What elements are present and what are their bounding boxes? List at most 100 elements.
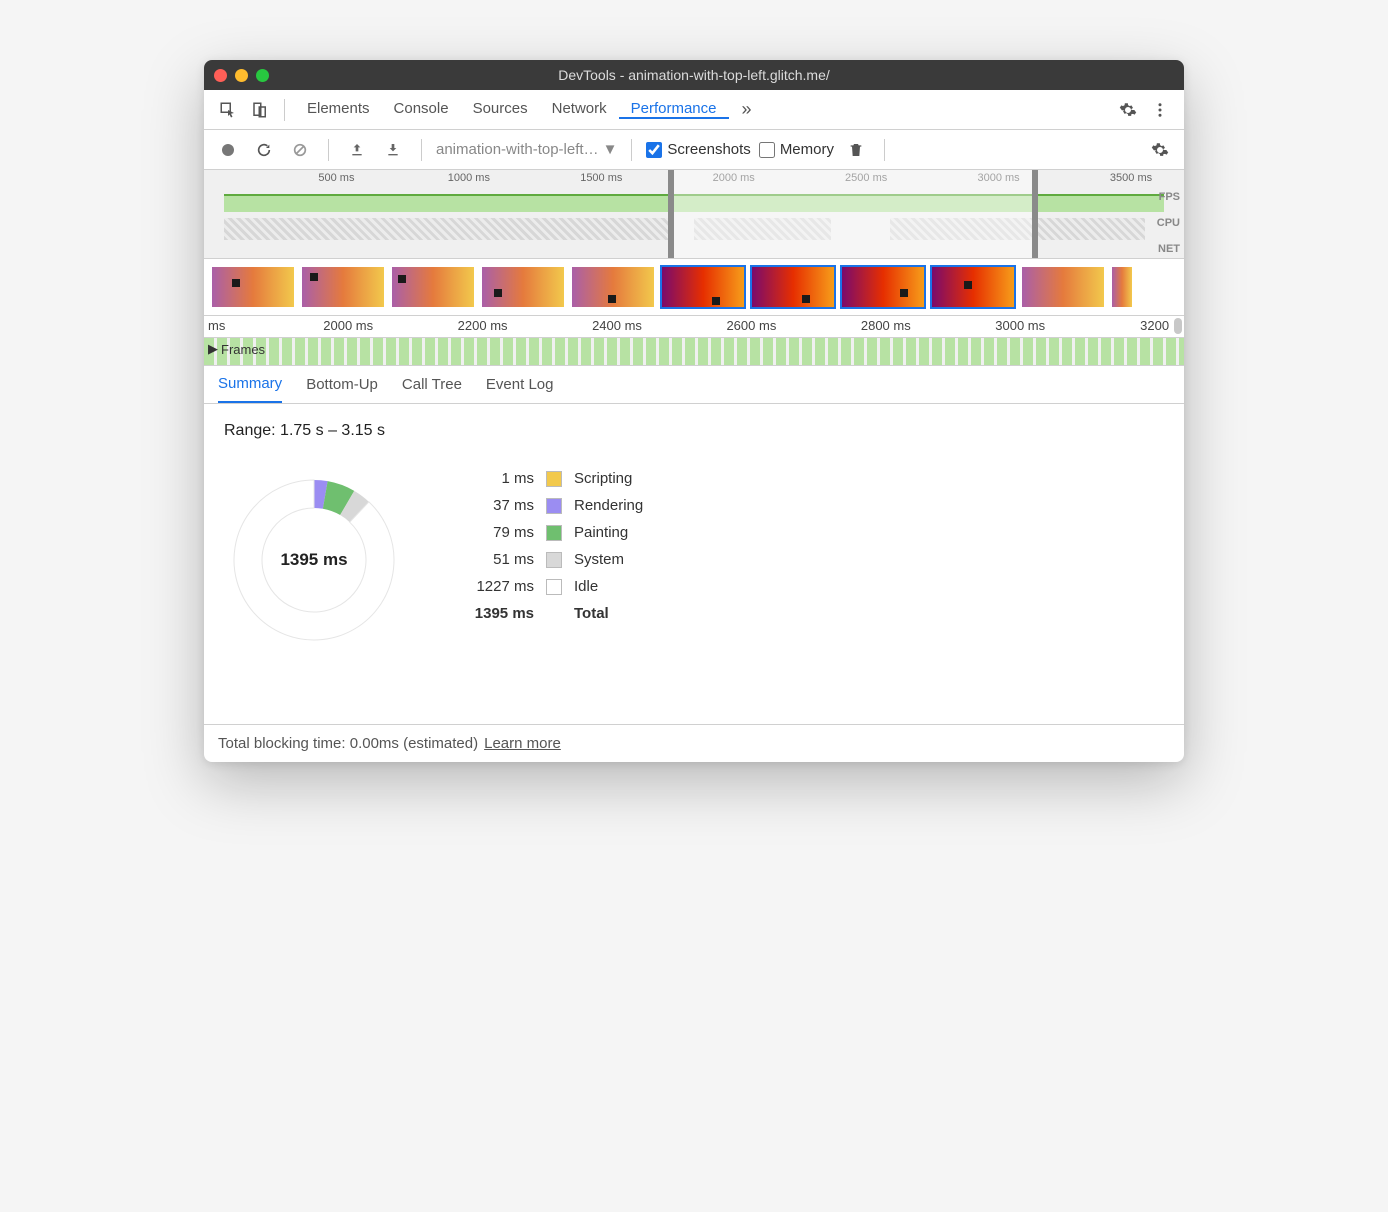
- screenshots-label: Screenshots: [667, 141, 750, 158]
- overview-selection[interactable]: [668, 170, 1039, 258]
- more-tabs-icon[interactable]: »: [733, 96, 761, 124]
- tab-event-log[interactable]: Event Log: [486, 366, 554, 403]
- profile-select[interactable]: animation-with-top-left… ▼: [436, 141, 617, 158]
- legend-label: Rendering: [574, 497, 643, 514]
- detail-tick: 2600 ms: [726, 318, 776, 333]
- perf-toolbar: animation-with-top-left… ▼ Screenshots M…: [204, 130, 1184, 170]
- divider: [421, 139, 422, 161]
- divider: [284, 99, 285, 121]
- legend-total-label: Total: [574, 605, 643, 622]
- tab-network[interactable]: Network: [540, 100, 619, 117]
- window-maximize-button[interactable]: [256, 69, 269, 82]
- blocking-time-text: Total blocking time: 0.00ms (estimated): [218, 735, 478, 752]
- tab-elements[interactable]: Elements: [295, 100, 382, 117]
- summary-tabs: Summary Bottom-Up Call Tree Event Log: [204, 366, 1184, 404]
- learn-more-link[interactable]: Learn more: [484, 735, 561, 752]
- tab-call-tree[interactable]: Call Tree: [402, 366, 462, 403]
- memory-checkbox[interactable]: Memory: [759, 141, 834, 158]
- detail-tick: 3000 ms: [995, 318, 1045, 333]
- screenshots-checkbox-input[interactable]: [646, 142, 662, 158]
- settings-gear-icon[interactable]: [1114, 96, 1142, 124]
- legend-swatch: [546, 579, 562, 595]
- memory-checkbox-input[interactable]: [759, 142, 775, 158]
- play-icon: ▶: [208, 341, 218, 357]
- donut-total: 1395 ms: [280, 550, 347, 570]
- tab-sources[interactable]: Sources: [461, 100, 540, 117]
- legend-swatch: [546, 525, 562, 541]
- frames-label-text: Frames: [221, 342, 265, 357]
- legend-label: Scripting: [574, 470, 643, 487]
- clear-icon[interactable]: [286, 136, 314, 164]
- tab-console[interactable]: Console: [382, 100, 461, 117]
- frames-toggle[interactable]: ▶ Frames: [208, 341, 265, 357]
- screenshot-thumb[interactable]: [482, 267, 564, 307]
- memory-label: Memory: [780, 141, 834, 158]
- chevron-down-icon: ▼: [603, 141, 618, 158]
- divider: [884, 139, 885, 161]
- net-label: NET: [1158, 243, 1180, 255]
- fps-label: FPS: [1159, 191, 1180, 203]
- legend-swatch: [546, 552, 562, 568]
- screenshot-thumb[interactable]: [1022, 267, 1104, 307]
- legend-swatch: [546, 471, 562, 487]
- tab-bottom-up[interactable]: Bottom-Up: [306, 366, 378, 403]
- filmstrip[interactable]: [204, 259, 1184, 316]
- screenshots-checkbox[interactable]: Screenshots: [646, 141, 750, 158]
- summary-donut: 1395 ms: [224, 470, 404, 650]
- overview-tick: 1000 ms: [448, 172, 490, 184]
- detail-tick: 2400 ms: [592, 318, 642, 333]
- legend-total-value: 1395 ms: [464, 605, 534, 622]
- legend-value: 1 ms: [464, 470, 534, 487]
- reload-icon[interactable]: [250, 136, 278, 164]
- window-title: DevTools - animation-with-top-left.glitc…: [214, 67, 1174, 83]
- screenshot-thumb[interactable]: [662, 267, 744, 307]
- device-toolbar-icon[interactable]: [246, 96, 274, 124]
- overview-tick: 3500 ms: [1110, 172, 1152, 184]
- screenshot-thumb[interactable]: [842, 267, 924, 307]
- overview-tick: 500 ms: [318, 172, 354, 184]
- detail-tick: 2800 ms: [861, 318, 911, 333]
- range-text: Range: 1.75 s – 3.15 s: [224, 422, 1164, 440]
- screenshot-thumb[interactable]: [572, 267, 654, 307]
- record-icon[interactable]: [214, 136, 242, 164]
- main-tabs: ElementsConsoleSourcesNetworkPerformance…: [204, 90, 1184, 130]
- divider: [631, 139, 632, 161]
- screenshot-thumb[interactable]: [212, 267, 294, 307]
- cpu-label: CPU: [1157, 217, 1180, 229]
- overview-tick: 1500 ms: [580, 172, 622, 184]
- tab-summary[interactable]: Summary: [218, 366, 282, 403]
- capture-settings-gear-icon[interactable]: [1146, 136, 1174, 164]
- upload-icon[interactable]: [343, 136, 371, 164]
- window-minimize-button[interactable]: [235, 69, 248, 82]
- inspect-element-icon[interactable]: [214, 96, 242, 124]
- titlebar[interactable]: DevTools - animation-with-top-left.glitc…: [204, 60, 1184, 90]
- divider: [328, 139, 329, 161]
- summary-legend: 1 msScripting37 msRendering79 msPainting…: [464, 470, 643, 622]
- overview[interactable]: 500 ms1000 ms1500 ms2000 ms2500 ms3000 m…: [204, 170, 1184, 259]
- screenshot-thumb[interactable]: [752, 267, 834, 307]
- profile-name: animation-with-top-left…: [436, 141, 599, 158]
- legend-value: 79 ms: [464, 524, 534, 541]
- legend-value: 1227 ms: [464, 578, 534, 595]
- screenshot-thumb[interactable]: [392, 267, 474, 307]
- detail-tick: 3200: [1140, 318, 1169, 333]
- legend-value: 51 ms: [464, 551, 534, 568]
- detail-tick: 2200 ms: [458, 318, 508, 333]
- frames-row[interactable]: ▶ Frames: [204, 338, 1184, 366]
- statusbar: Total blocking time: 0.00ms (estimated) …: [204, 724, 1184, 762]
- legend-label: Idle: [574, 578, 643, 595]
- trash-icon[interactable]: [842, 136, 870, 164]
- download-icon[interactable]: [379, 136, 407, 164]
- screenshot-thumb[interactable]: [932, 267, 1014, 307]
- screenshot-thumb[interactable]: [1112, 267, 1132, 307]
- window-close-button[interactable]: [214, 69, 227, 82]
- summary-panel: Range: 1.75 s – 3.15 s 1395 ms 1 ms Scrip…: [204, 404, 1184, 724]
- tab-performance[interactable]: Performance: [619, 100, 729, 119]
- detail-ruler[interactable]: ms2000 ms2200 ms2400 ms2600 ms2800 ms300…: [204, 316, 1184, 338]
- devtools-window: DevTools - animation-with-top-left.glitc…: [204, 60, 1184, 762]
- legend-label: Painting: [574, 524, 643, 541]
- scroll-handle[interactable]: [1174, 318, 1182, 334]
- kebab-menu-icon[interactable]: [1146, 96, 1174, 124]
- detail-tick: ms: [208, 318, 225, 333]
- screenshot-thumb[interactable]: [302, 267, 384, 307]
